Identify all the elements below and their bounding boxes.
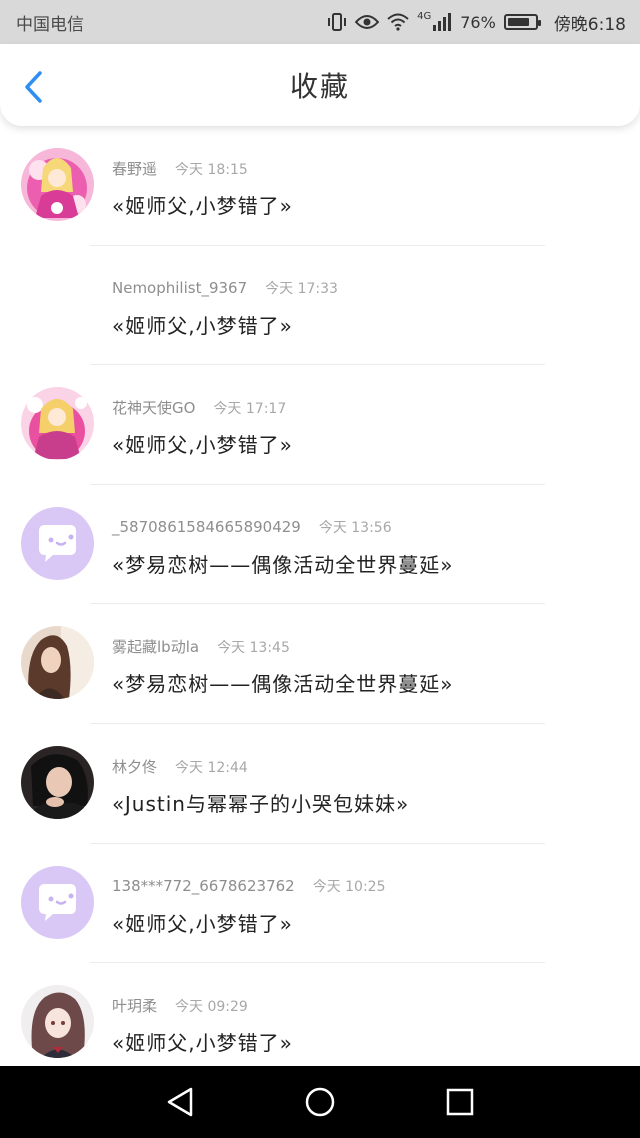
- item-meta: Nemophilist_9367 今天 17:33: [112, 278, 338, 298]
- list-item[interactable]: 雾起藏lb动la 今天 13:45 «梦易恋树——偶像活动全世界蔓延»: [0, 604, 640, 724]
- list-item[interactable]: 叶玥柔 今天 09:29 «姬师父,小梦错了»: [0, 963, 640, 1066]
- item-meta: 花神天使GO 今天 17:17: [112, 397, 286, 418]
- timestamp: 今天 10:25: [312, 878, 386, 895]
- network-type-label: 4G: [417, 10, 432, 22]
- home-circle-icon: [305, 1087, 335, 1117]
- clock: 傍晚6:18: [553, 14, 626, 35]
- item-content: «姬师父,小梦错了»: [112, 1031, 293, 1056]
- page-title: 收藏: [289, 70, 350, 103]
- item-content: «梦易恋树——偶像活动全世界蔓延»: [112, 552, 454, 577]
- wifi-icon: [387, 13, 409, 31]
- item-meta: 春野遥 今天 18:15: [112, 158, 248, 179]
- user-name: 叶玥柔: [112, 997, 158, 1016]
- list-item[interactable]: 林夕佟 今天 12:44 «Justin与幂幂子的小哭包妹妹»: [0, 724, 640, 844]
- status-icons: 4G 76% 傍晚6:18: [327, 10, 626, 35]
- nav-recents-button[interactable]: [440, 1082, 480, 1122]
- item-content: «姬师父,小梦错了»: [112, 313, 293, 338]
- timestamp: 今天 17:17: [213, 401, 287, 418]
- carrier-label: 中国电信: [16, 14, 84, 35]
- timestamp: 今天 09:29: [175, 999, 248, 1016]
- back-triangle-icon: [167, 1087, 193, 1117]
- avatar: [21, 148, 94, 221]
- nav-home-button[interactable]: [300, 1082, 340, 1122]
- recents-square-icon: [446, 1088, 474, 1116]
- item-content: «姬师父,小梦错了»: [112, 911, 293, 936]
- nav-back-button[interactable]: [160, 1082, 200, 1122]
- timestamp: 今天 13:45: [217, 640, 290, 657]
- user-name: 林夕佟: [112, 757, 158, 776]
- avatar: [21, 745, 94, 819]
- chevron-left-icon: [25, 71, 42, 103]
- list-item[interactable]: 138***772_6678623762 今天 10:25 «姬师父,小梦错了»: [0, 844, 640, 964]
- item-meta: 林夕佟 今天 12:44: [112, 756, 248, 777]
- list-item[interactable]: Nemophilist_9367 今天 17:33 «姬师父,小梦错了»: [0, 246, 640, 366]
- item-content: «Justin与幂幂子的小哭包妹妹»: [112, 791, 410, 816]
- signal-icon: 4G: [417, 10, 452, 31]
- favorites-list: 春野遥 今天 18:15 «姬师父,小梦错了» Nemophilist_9367 今…: [0, 126, 640, 1066]
- item-content: «姬师父,小梦错了»: [112, 194, 293, 218]
- avatar: [21, 387, 94, 461]
- battery-percent: 76%: [460, 12, 496, 32]
- avatar: [21, 865, 94, 939]
- timestamp: 今天 18:15: [175, 162, 248, 178]
- item-content: «梦易恋树——偶像活动全世界蔓延»: [112, 672, 454, 697]
- item-meta: 叶玥柔 今天 09:29: [112, 995, 248, 1016]
- user-name: Nemophilist_9367: [112, 278, 248, 297]
- user-name: 花神天使GO: [112, 399, 196, 418]
- list-item[interactable]: 花神天使GO 今天 17:17 «姬师父,小梦错了»: [0, 365, 640, 485]
- vibrate-icon: [327, 13, 347, 31]
- avatar: [21, 506, 94, 580]
- back-button[interactable]: [20, 70, 50, 104]
- item-meta: 雾起藏lb动la 今天 13:45: [112, 636, 290, 657]
- user-name: _5870861584665890429: [112, 517, 301, 536]
- timestamp: 今天 12:44: [175, 759, 248, 776]
- system-nav-bar: [0, 1066, 640, 1138]
- battery-icon: [503, 14, 541, 30]
- timestamp: 今天 17:33: [265, 280, 338, 297]
- user-name: 雾起藏lb动la: [112, 638, 200, 657]
- item-meta: _5870861584665890429 今天 13:56: [112, 517, 392, 537]
- avatar: [21, 985, 94, 1059]
- item-meta: 138***772_6678623762 今天 10:25: [112, 876, 386, 896]
- user-name: 138***772_6678623762: [112, 876, 295, 895]
- user-name: 春野遥: [112, 160, 158, 178]
- timestamp: 今天 13:56: [318, 519, 392, 536]
- list-item[interactable]: _5870861584665890429 今天 13:56 «梦易恋树——偶像活动…: [0, 485, 640, 605]
- status-bar: 中国电信 4G 76% 傍晚6:18: [0, 0, 640, 44]
- list-item[interactable]: 春野遥 今天 18:15 «姬师父,小梦错了»: [0, 126, 640, 246]
- item-content: «姬师父,小梦错了»: [112, 433, 293, 458]
- app-header: 收藏: [0, 44, 640, 126]
- eye-icon: [355, 14, 380, 30]
- avatar: [21, 626, 94, 700]
